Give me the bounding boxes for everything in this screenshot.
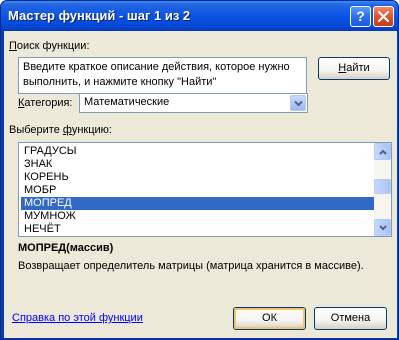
category-dropdown-button[interactable] — [290, 95, 306, 111]
dialog-window: Мастер функций - шаг 1 из 2 ? Поиск функ… — [0, 0, 399, 340]
function-signature: МОПРЕД(массив) — [18, 242, 114, 254]
search-input[interactable]: Введите краткое описание действия, котор… — [18, 57, 307, 94]
close-button[interactable] — [373, 6, 394, 27]
list-item[interactable]: НЕЧЁТ — [21, 223, 374, 236]
function-list-scrollbar[interactable] — [374, 143, 391, 236]
find-button[interactable]: Найти — [318, 57, 390, 80]
list-item[interactable]: МУМНОЖ — [21, 210, 374, 223]
chevron-up-icon — [379, 149, 387, 155]
close-icon — [378, 11, 389, 22]
search-input-line-1: Введите краткое описание действия, котор… — [23, 61, 290, 73]
help-button[interactable]: ? — [350, 6, 371, 27]
category-select[interactable]: Математические — [79, 93, 308, 113]
search-input-line-2: выполнить, и нажмите кнопку "Найти" — [23, 76, 217, 88]
function-list-label: Выберите функцию: — [9, 124, 112, 136]
chevron-down-icon — [294, 100, 303, 107]
list-item-selected[interactable]: МОПРЕД — [21, 197, 374, 210]
dialog-body: Поиск функции: Введите краткое описание … — [4, 31, 397, 338]
scroll-down-button[interactable] — [374, 219, 391, 236]
scroll-up-button[interactable] — [374, 143, 391, 160]
search-label: Поиск функции: — [9, 40, 90, 52]
scroll-thumb[interactable] — [374, 179, 391, 194]
list-item[interactable]: МОБР — [21, 184, 374, 197]
list-item[interactable]: КОРЕНЬ — [21, 171, 374, 184]
ok-button[interactable]: ОК — [233, 307, 306, 330]
category-selected-value: Математические — [84, 96, 170, 108]
list-item[interactable]: ГРАДУСЫ — [21, 145, 374, 158]
chevron-down-icon — [379, 225, 387, 231]
function-description: Возвращает определитель матрицы (матрица… — [18, 260, 364, 272]
list-item[interactable]: ЗНАК — [21, 158, 374, 171]
function-help-link[interactable]: Справка по этой функции — [12, 312, 143, 324]
function-list[interactable]: ГРАДУСЫ ЗНАК КОРЕНЬ МОБР МОПРЕД МУМНОЖ Н… — [18, 142, 392, 237]
cancel-button[interactable]: Отмена — [314, 307, 387, 330]
category-label: Категория: — [18, 97, 73, 109]
window-title: Мастер функций - шаг 1 из 2 — [8, 8, 191, 23]
title-bar[interactable]: Мастер функций - шаг 1 из 2 ? — [1, 1, 398, 31]
